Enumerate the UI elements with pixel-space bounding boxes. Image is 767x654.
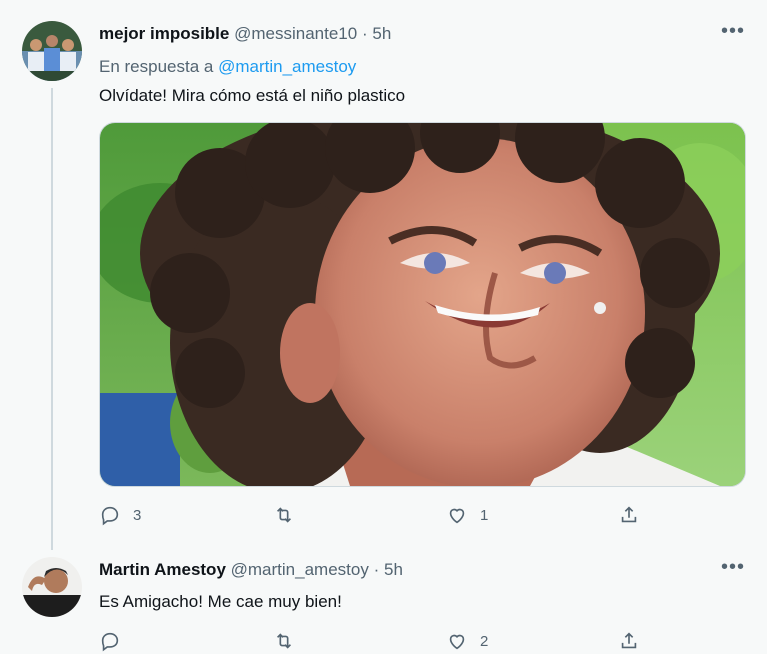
tweet-actions: 3 1 [99, 504, 659, 528]
tweet-actions: 2 [99, 630, 659, 654]
heart-icon [449, 634, 465, 650]
tweet-header: mejor imposible @messinante10 · 5h [99, 24, 391, 44]
retweet-button[interactable] [273, 630, 307, 652]
reply-mention-link[interactable]: @martin_amestoy [218, 57, 356, 76]
user-handle[interactable]: @martin_amestoy [231, 560, 369, 579]
more-icon: ••• [720, 556, 745, 578]
tweet-image[interactable] [99, 122, 746, 487]
reply-prefix: En respuesta a [99, 57, 214, 76]
reply-icon [101, 506, 119, 526]
reply-context: En respuesta a @martin_amestoy [99, 57, 356, 77]
separator-dot: · [373, 560, 380, 579]
thread-connector-line [51, 88, 53, 550]
avatar[interactable] [22, 21, 82, 81]
user-handle[interactable]: @messinante10 [234, 24, 357, 43]
share-icon [621, 632, 637, 649]
share-button[interactable] [618, 504, 640, 526]
share-icon [621, 506, 637, 523]
reply-count: 3 [133, 506, 142, 524]
timestamp[interactable]: 5h [384, 560, 403, 579]
timestamp[interactable]: 5h [372, 24, 391, 43]
like-count: 2 [480, 632, 489, 650]
reply-icon [101, 632, 119, 652]
heart-icon [449, 508, 465, 524]
share-button[interactable] [618, 630, 640, 652]
like-count: 1 [480, 506, 489, 524]
avatar[interactable] [22, 557, 82, 617]
more-options-button[interactable]: ••• [721, 20, 745, 43]
like-button[interactable]: 2 [446, 630, 488, 652]
tweet-text: Olvídate! Mira cómo está el niño plastic… [99, 86, 406, 105]
like-button[interactable]: 1 [446, 504, 488, 526]
more-icon: ••• [720, 20, 745, 42]
more-options-button[interactable]: ••• [721, 556, 745, 579]
retweet-button[interactable] [273, 504, 307, 526]
reply-button[interactable]: 3 [99, 504, 141, 526]
separator-dot: · [361, 24, 368, 43]
retweet-icon [276, 507, 292, 523]
retweet-icon [276, 633, 292, 649]
display-name[interactable]: Martin Amestoy [99, 560, 226, 579]
tweet-text: Es Amigacho! Me cae muy bien! [99, 592, 342, 611]
reply-button[interactable] [99, 630, 133, 652]
display-name[interactable]: mejor imposible [99, 24, 229, 43]
tweet-header: Martin Amestoy @martin_amestoy · 5h [99, 560, 403, 580]
